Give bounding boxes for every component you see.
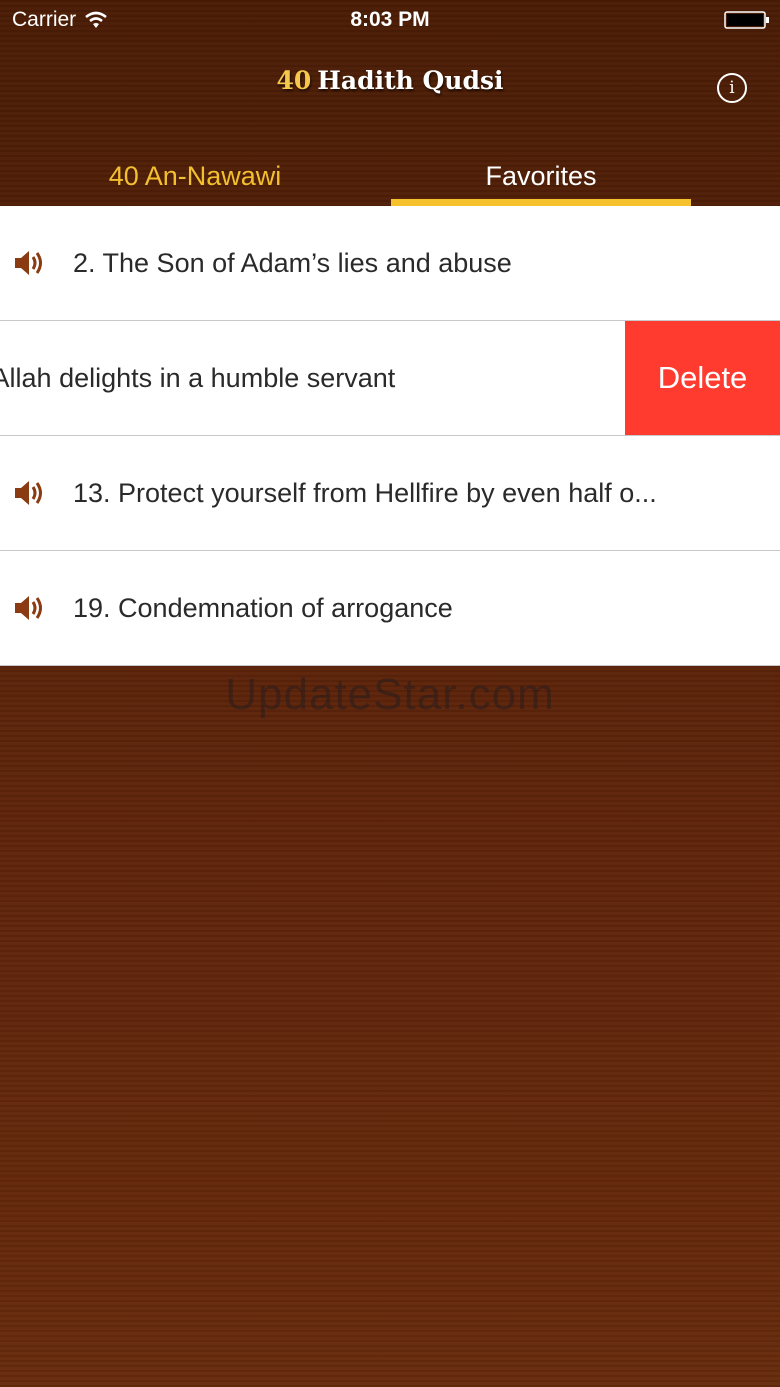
tab-bar: 40 An-Nawawi Favorites: [0, 150, 780, 206]
tab-selected-indicator: [391, 199, 691, 206]
list-item[interactable]: 13. Protect yourself from Hellfire by ev…: [0, 436, 780, 551]
list-item-content: 9. Allah delights in a humble servant: [0, 321, 625, 435]
tab-label: Favorites: [485, 161, 597, 191]
tab-an-nawawi[interactable]: 40 An-Nawawi: [45, 150, 345, 206]
speaker-icon[interactable]: [13, 478, 45, 508]
status-bar: Carrier 8:03 PM: [0, 0, 780, 40]
list-item-title: 9. Allah delights in a humble servant: [0, 363, 396, 393]
title-text: Hadith Qudsi: [317, 66, 504, 95]
title-number: 40: [276, 66, 312, 95]
speaker-icon[interactable]: [13, 593, 45, 623]
info-icon: i: [729, 78, 735, 98]
list-item-title: 19. Condemnation of arrogance: [73, 593, 453, 623]
list-item[interactable]: 2. The Son of Adam’s lies and abuse: [0, 206, 780, 321]
list-item-title: 2. The Son of Adam’s lies and abuse: [73, 248, 512, 278]
favorites-list: 2. The Son of Adam’s lies and abuse 9. A…: [0, 206, 780, 666]
speaker-icon[interactable]: [13, 248, 45, 278]
watermark: UpdateStar.com: [225, 670, 555, 719]
page-title: 40 Hadith Qudsi: [0, 66, 780, 95]
battery-icon: [724, 11, 769, 29]
status-time: 8:03 PM: [350, 8, 430, 31]
list-item-title: 13. Protect yourself from Hellfire by ev…: [73, 478, 657, 508]
list-item[interactable]: 9. Allah delights in a humble servant De…: [0, 321, 780, 436]
tab-label: 40 An-Nawawi: [108, 161, 282, 191]
delete-button[interactable]: Delete: [625, 321, 780, 435]
tab-favorites[interactable]: Favorites: [391, 150, 691, 206]
list-item[interactable]: 19. Condemnation of arrogance: [0, 551, 780, 666]
info-button[interactable]: i: [717, 73, 747, 103]
